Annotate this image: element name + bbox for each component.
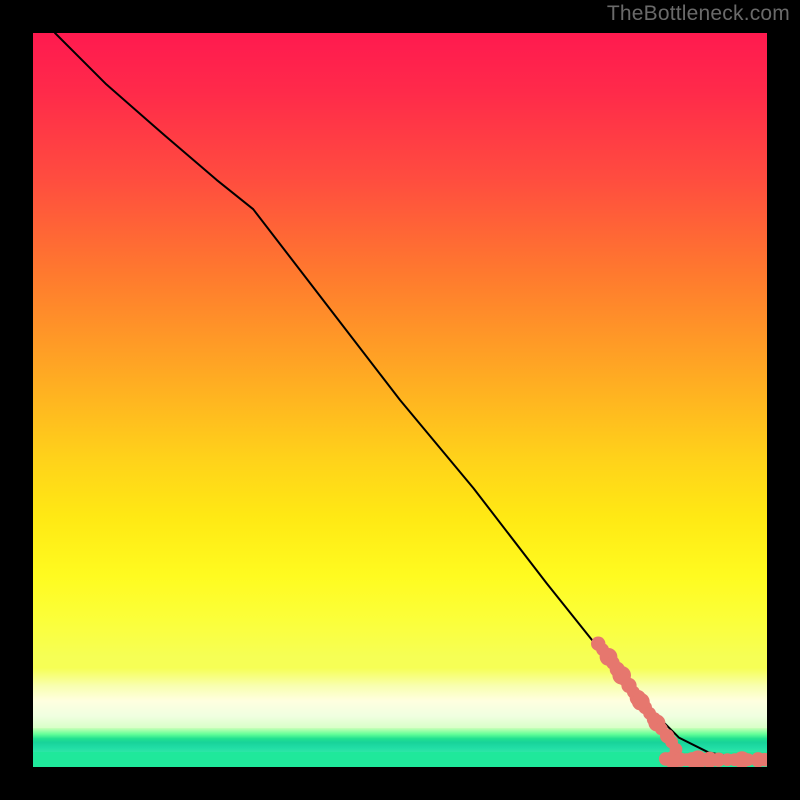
chart-overlay xyxy=(33,33,767,767)
scatter-markers xyxy=(591,637,767,768)
watermark-text: TheBottleneck.com xyxy=(607,2,790,26)
curve-line xyxy=(55,33,767,760)
chart-panel xyxy=(33,33,767,767)
chart-frame: TheBottleneck.com xyxy=(0,0,800,800)
